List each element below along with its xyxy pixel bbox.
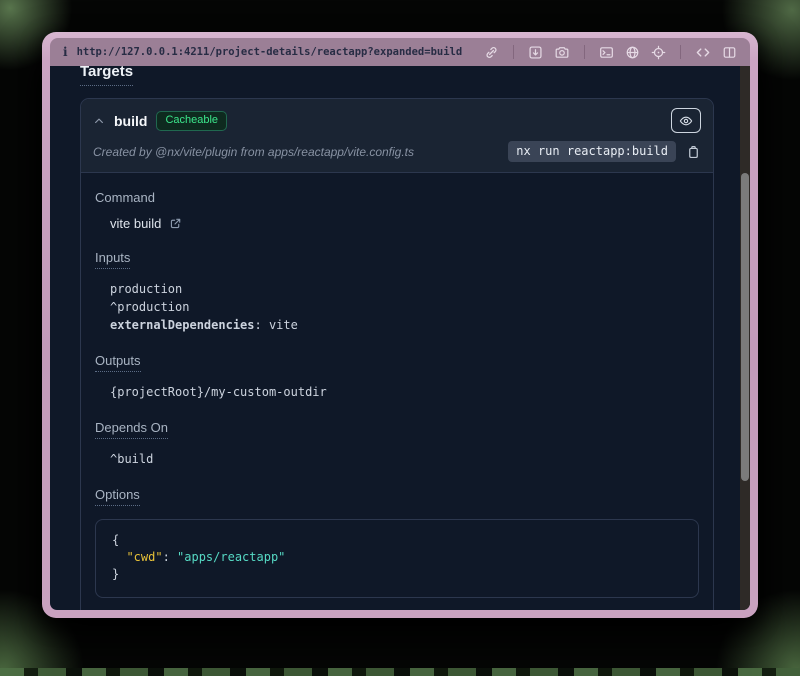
scrollbar-thumb[interactable]: [741, 173, 749, 481]
camera-icon[interactable]: [554, 45, 570, 60]
split-view-icon[interactable]: [722, 45, 737, 60]
project-details-content: Targets build Cacheable: [50, 66, 740, 610]
inputs-label: Inputs: [95, 250, 699, 269]
toolbar-divider: [680, 45, 681, 59]
chevron-up-icon[interactable]: [93, 115, 105, 127]
box-arrow-down-icon[interactable]: [528, 45, 543, 60]
input-item: ^production: [110, 298, 699, 316]
outputs-section: Outputs {projectRoot}/my-custom-outdir: [95, 353, 699, 401]
vertical-scrollbar[interactable]: [740, 66, 750, 610]
json-key: "cwd": [126, 550, 162, 564]
code-brackets-icon[interactable]: [695, 45, 711, 60]
command-section: Command vite build: [95, 190, 699, 231]
page-title: Targets: [80, 66, 714, 86]
copy-icon[interactable]: [686, 144, 701, 160]
page-viewport: Targets build Cacheable: [50, 66, 750, 610]
info-icon: i: [63, 45, 68, 59]
cacheable-badge: Cacheable: [156, 111, 227, 131]
view-target-details-button[interactable]: [671, 108, 701, 133]
toolbar-divider: [584, 45, 585, 59]
link-icon[interactable]: [484, 45, 499, 60]
toolbar-actions: [484, 45, 737, 60]
outputs-label: Outputs: [95, 353, 699, 372]
inputs-section: Inputs production ^production externalDe…: [95, 250, 699, 334]
target-card-build: build Cacheable Created by @nx/vite/plug…: [80, 98, 714, 610]
browser-window: i http://127.0.0.1:4211/project-details/…: [42, 32, 758, 618]
depends-on-section: Depends On ^build: [95, 420, 699, 468]
toolbar-divider: [513, 45, 514, 59]
build-card-header: build Cacheable Created by @nx/vite/plug…: [81, 99, 713, 173]
depends-on-item: ^build: [110, 450, 699, 468]
command-value: vite build: [110, 216, 161, 231]
build-card-body: Command vite build: [81, 173, 713, 610]
output-item: {projectRoot}/my-custom-outdir: [110, 383, 699, 401]
input-item: externalDependencies: vite: [110, 316, 699, 334]
browser-toolbar: i http://127.0.0.1:4211/project-details/…: [50, 38, 750, 66]
run-command-chip: nx run reactapp:build: [508, 141, 676, 162]
options-code-block: { "cwd": "apps/reactapp" }: [95, 519, 699, 598]
input-item: production: [110, 280, 699, 298]
depends-on-label: Depends On: [95, 420, 699, 439]
options-label: Options: [95, 487, 699, 506]
globe-icon[interactable]: [625, 45, 640, 60]
target-icon[interactable]: [651, 45, 666, 60]
external-link-icon[interactable]: [169, 217, 182, 230]
options-section: Options { "cwd": "apps/reactapp" }: [95, 487, 699, 598]
target-name[interactable]: build: [114, 113, 147, 129]
created-by-text: Created by @nx/vite/plugin from apps/rea…: [93, 145, 414, 159]
terminal-icon[interactable]: [599, 45, 614, 60]
json-value: "apps/reactapp": [177, 550, 285, 564]
command-label: Command: [95, 190, 699, 205]
url-bar[interactable]: http://127.0.0.1:4211/project-details/re…: [77, 46, 463, 58]
